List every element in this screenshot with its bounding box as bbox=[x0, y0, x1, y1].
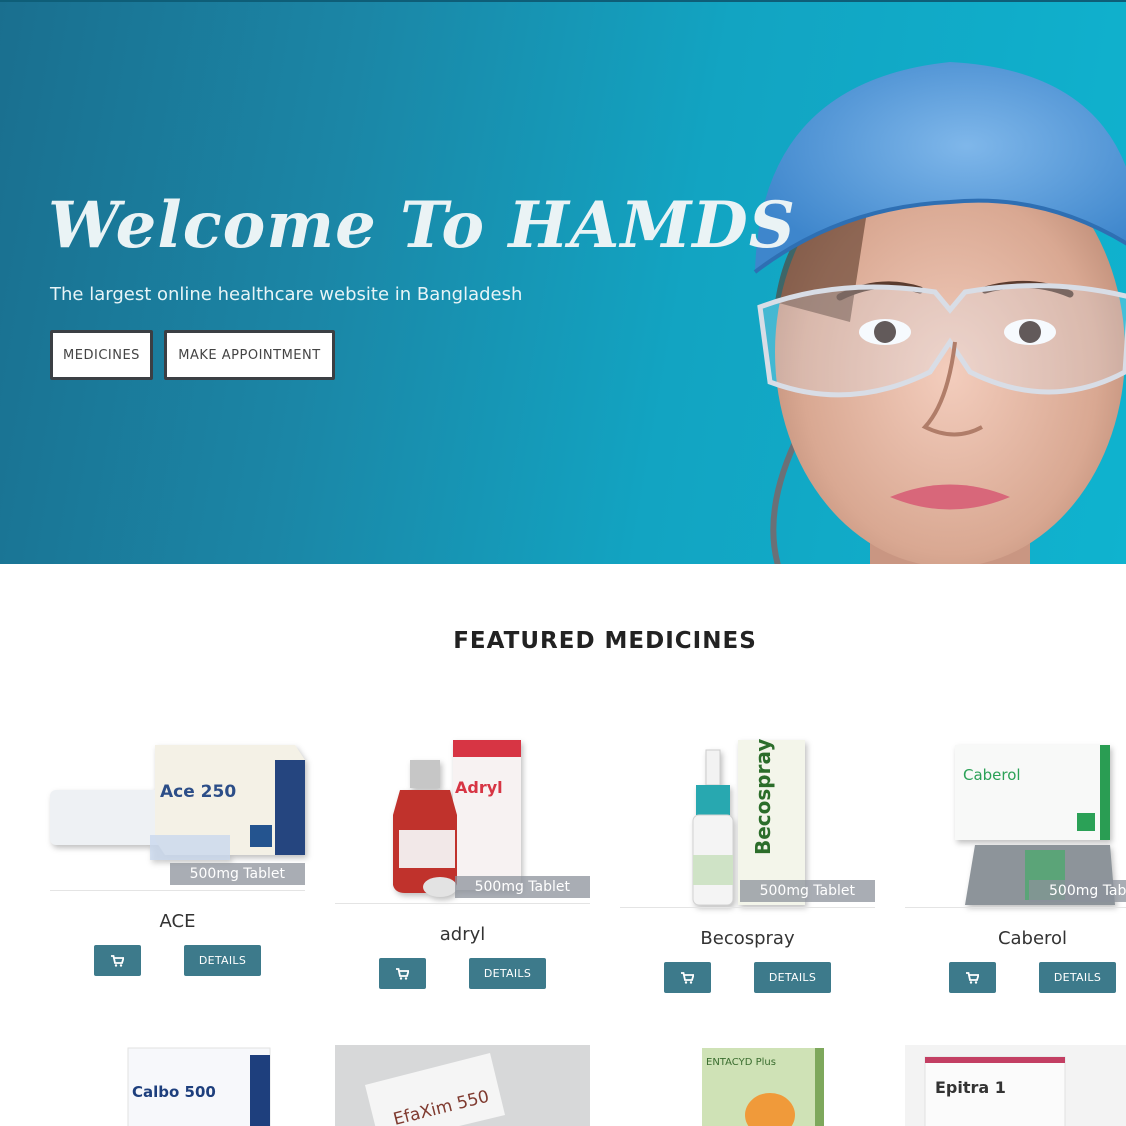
cart-icon bbox=[966, 971, 979, 984]
product-badge: 500mg Tablet bbox=[1029, 880, 1126, 902]
epitra-box-label: Epitra 1 bbox=[935, 1078, 1006, 1097]
product-image-efaxim: EfaXim 550 bbox=[335, 1045, 590, 1126]
cart-icon bbox=[681, 971, 694, 984]
product-card-epitra: Epitra 1 bbox=[905, 1045, 1126, 1126]
product-image-caberol: Caberol 500mg Tablet bbox=[905, 735, 1126, 908]
product-card-adryl: Adryl 500mg Tablet adryl DETAILS bbox=[335, 735, 590, 989]
cart-icon bbox=[111, 954, 124, 967]
product-image-entacyd: ENTACYD Plus bbox=[702, 1048, 824, 1126]
product-image-epitra: Epitra 1 bbox=[905, 1045, 1126, 1126]
product-card-efaxim: EfaXim 550 bbox=[335, 1045, 590, 1126]
hero-banner: Welcome To HAMDS The largest online heal… bbox=[0, 0, 1126, 564]
product-name: Caberol bbox=[997, 928, 1068, 949]
product-badge: 500mg Tablet bbox=[169, 863, 305, 885]
add-to-cart-button[interactable] bbox=[94, 945, 141, 976]
ace-box-label: Ace 250 bbox=[160, 782, 236, 802]
add-to-cart-button[interactable] bbox=[949, 962, 996, 993]
medicines-button[interactable]: MEDICINES bbox=[50, 330, 153, 380]
product-name: Becospray bbox=[700, 928, 795, 949]
product-badge: 500mg Tablet bbox=[454, 876, 590, 898]
product-card-caberol: Caberol 500mg Tablet Caberol DETAILS bbox=[905, 735, 1126, 1005]
details-button[interactable]: DETAILS bbox=[184, 945, 261, 976]
details-button[interactable]: DETAILS bbox=[469, 958, 546, 989]
product-name: ACE bbox=[159, 911, 196, 932]
add-to-cart-button[interactable] bbox=[379, 958, 426, 989]
product-image-becospray: Becospray 500mg Tablet bbox=[620, 735, 875, 908]
entacyd-box-label: ENTACYD Plus bbox=[706, 1057, 776, 1068]
hero-title: Welcome To HAMDS bbox=[48, 188, 796, 263]
details-button[interactable]: DETAILS bbox=[754, 962, 831, 993]
calbo-box-label: Calbo 500 bbox=[132, 1083, 216, 1101]
make-appointment-button[interactable]: MAKE APPOINTMENT bbox=[164, 330, 335, 380]
product-card-entacyd: ENTACYD Plus bbox=[620, 1045, 875, 1126]
hero-subtitle: The largest online healthcare website in… bbox=[50, 284, 523, 305]
product-image-ace: Ace 250 500mg Tablet bbox=[50, 735, 305, 891]
product-card-becospray: Becospray 500mg Tablet Becospray DETAILS bbox=[620, 735, 875, 993]
caberol-box-label: Caberol bbox=[963, 766, 1021, 784]
becospray-box-label: Becospray bbox=[751, 739, 775, 855]
add-to-cart-button[interactable] bbox=[664, 962, 711, 993]
nurse-illustration bbox=[753, 62, 1126, 564]
product-image-adryl: Adryl 500mg Tablet bbox=[335, 735, 590, 904]
featured-medicines-heading: FEATURED MEDICINES bbox=[453, 628, 757, 654]
details-button[interactable]: DETAILS bbox=[1039, 962, 1116, 993]
product-name: adryl bbox=[439, 924, 486, 945]
cart-icon bbox=[396, 967, 409, 980]
product-card-ace: Ace 250 500mg Tablet ACE DETAILS bbox=[50, 735, 305, 976]
product-card-calbo: Calbo 500 bbox=[50, 1045, 305, 1126]
adryl-box-label: Adryl bbox=[455, 778, 503, 797]
product-badge: 500mg Tablet bbox=[739, 880, 875, 902]
product-image-calbo: Calbo 500 bbox=[127, 1047, 271, 1126]
